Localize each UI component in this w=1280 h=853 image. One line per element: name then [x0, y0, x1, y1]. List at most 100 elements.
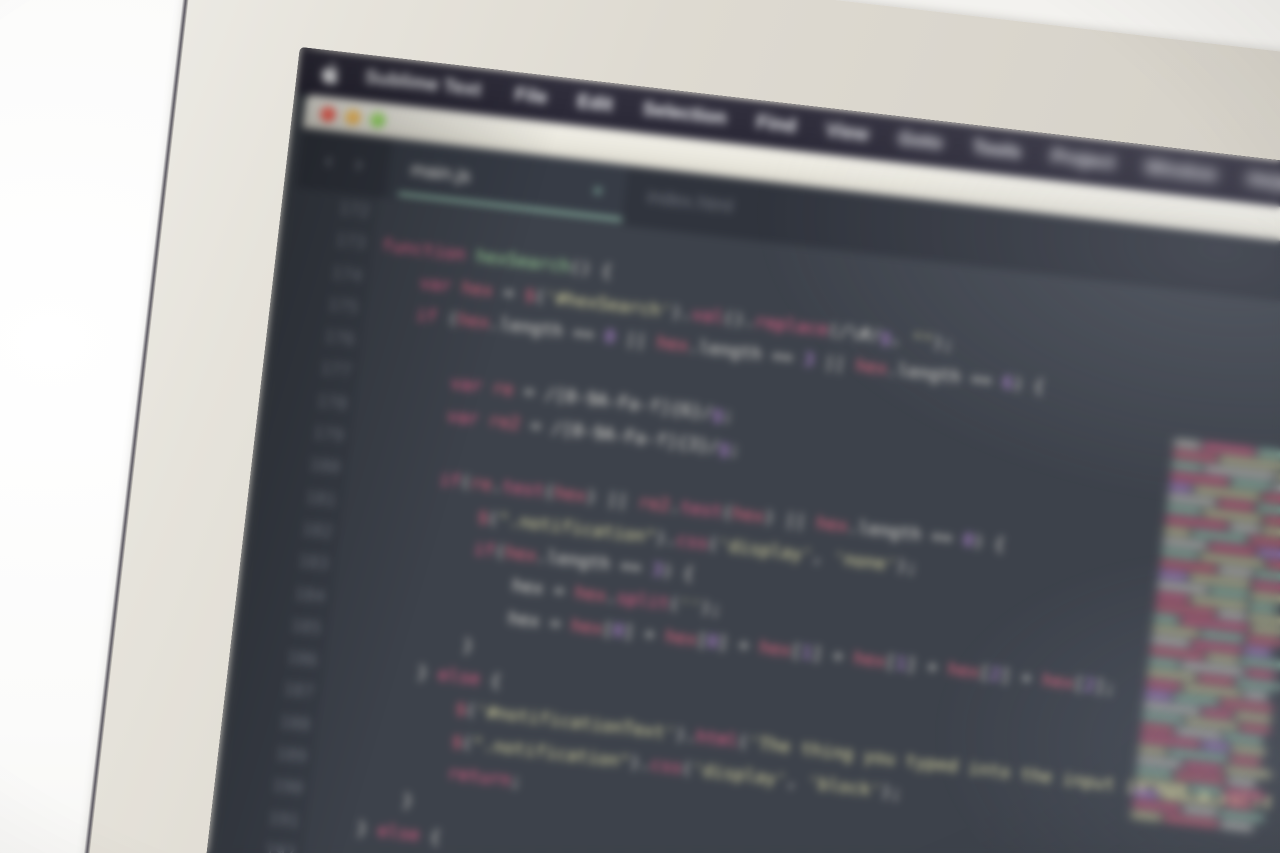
code-token: hex — [569, 615, 604, 640]
minimap-segment — [1227, 778, 1256, 787]
code-token: { — [418, 825, 442, 848]
code-token: re2 — [487, 411, 522, 435]
menu-item-file[interactable]: File — [513, 84, 549, 110]
code-token: split — [615, 588, 671, 615]
code-token: || — [613, 328, 659, 353]
screen-bezel: Sublime Text File Edit Selection Find Vi… — [189, 47, 1280, 853]
code-token: .length — [886, 359, 973, 390]
minimap-segment — [1206, 654, 1239, 663]
code-token: return — [446, 763, 512, 792]
code-token: ); — [699, 598, 723, 621]
code-token: = — [512, 381, 546, 405]
code-token: () { — [568, 257, 614, 283]
code-token: replace — [753, 311, 830, 341]
code-token: ); — [895, 555, 919, 578]
code-token: var — [418, 272, 463, 298]
menu-item-goto[interactable]: Goto — [897, 128, 943, 155]
code-content[interactable]: function hexSearch() { var hex = $('#hex… — [265, 198, 1280, 853]
code-token: || — [812, 351, 857, 376]
menu-item-tools[interactable]: Tools — [971, 137, 1022, 165]
menu-item-selection[interactable]: Selection — [641, 99, 727, 131]
code-token: 'block' — [806, 773, 882, 802]
minimap-segment — [1168, 483, 1192, 492]
minimap-segment — [1244, 647, 1272, 656]
minimap-segment — [1239, 724, 1271, 733]
code-token: ] + — [716, 632, 761, 658]
chevron-left-icon[interactable]: ‹ — [324, 147, 335, 175]
code-token: if — [472, 539, 496, 562]
minimap-segment — [1273, 484, 1280, 494]
code-token: hex — [852, 648, 887, 672]
menu-item-view[interactable]: View — [825, 120, 870, 147]
code-token: ; — [728, 438, 742, 460]
code-token: hex — [507, 608, 541, 632]
code-token: ] + — [904, 654, 950, 680]
code-editor[interactable]: 172 173 174 175 176 177 178 179 180 181 182 183 184 1… — [201, 187, 1280, 853]
minimap-segment — [1131, 811, 1162, 821]
menu-item-help[interactable]: Help — [1245, 169, 1280, 196]
code-token: else — [436, 665, 482, 690]
minimap-segment — [1229, 524, 1261, 533]
code-token: hex — [664, 626, 698, 651]
code-token: /\#/ — [837, 321, 882, 347]
close-traffic-light[interactable] — [319, 105, 337, 122]
minimap-segment — [1144, 691, 1172, 700]
menu-item-project[interactable]: Project — [1050, 146, 1116, 175]
code-token: = — [518, 414, 553, 439]
code-token: if — [414, 305, 439, 328]
code-token: (). — [722, 308, 756, 332]
code-token: ]; — [1093, 676, 1117, 699]
code-token: hex — [510, 576, 545, 600]
code-token: val — [690, 304, 725, 328]
code-token: if — [438, 470, 462, 493]
chevron-right-icon[interactable]: › — [353, 150, 364, 178]
code-token: hex — [758, 637, 793, 661]
menu-item-edit[interactable]: Edit — [576, 91, 614, 117]
code-token: hex — [731, 504, 766, 528]
code-token: ] + — [622, 621, 667, 647]
zoom-traffic-light[interactable] — [369, 111, 387, 128]
minimap-segment — [1257, 449, 1280, 459]
code-token: '' — [678, 595, 702, 618]
code-token: ) { — [972, 532, 1006, 556]
minimap-segment — [1250, 592, 1280, 603]
code-token: hex — [573, 583, 608, 608]
code-token: function — [380, 236, 478, 267]
minimap-segment — [1202, 709, 1233, 718]
code-token: ). — [654, 527, 678, 551]
code-token: ( — [435, 307, 460, 330]
code-token: ). — [628, 752, 652, 775]
tab-close-icon[interactable]: × — [591, 181, 604, 204]
minimap-segment — [1248, 614, 1280, 625]
code-token: = — [542, 579, 576, 604]
code-token: = — [538, 611, 573, 636]
photo-scene: Sublime Text File Edit Selection Find Vi… — [0, 0, 1280, 853]
tab-nav-arrows: ‹ › — [298, 146, 390, 180]
code-token: hex — [946, 659, 981, 683]
menu-item-app[interactable]: Sublime Text — [364, 67, 482, 102]
minimap-segment — [1263, 516, 1280, 525]
minimap-segment — [1249, 537, 1280, 547]
menu-item-window[interactable]: Window — [1143, 157, 1219, 187]
code-token: } — [317, 781, 414, 813]
code-token: == — [930, 527, 965, 551]
minimap-segment — [1266, 561, 1280, 570]
menu-item-find[interactable]: Find — [755, 112, 797, 138]
minimap-segment — [1251, 626, 1280, 635]
minimize-traffic-light[interactable] — [344, 108, 362, 125]
apple-logo-icon[interactable] — [318, 60, 341, 86]
minimap-segment — [1217, 611, 1247, 620]
code-token: } — [313, 813, 379, 841]
minimap-segment — [1141, 724, 1174, 733]
minimap-segment — [1257, 505, 1280, 516]
minimap-segment — [1220, 821, 1253, 831]
code-token: .length — [687, 336, 774, 367]
code-token: css — [675, 530, 710, 554]
code-token: ) { — [1011, 374, 1046, 398]
minimap-segment — [1258, 549, 1280, 558]
code-token: ); — [879, 781, 903, 804]
minimap-segment — [1262, 527, 1280, 538]
code-token: == — [571, 323, 606, 347]
